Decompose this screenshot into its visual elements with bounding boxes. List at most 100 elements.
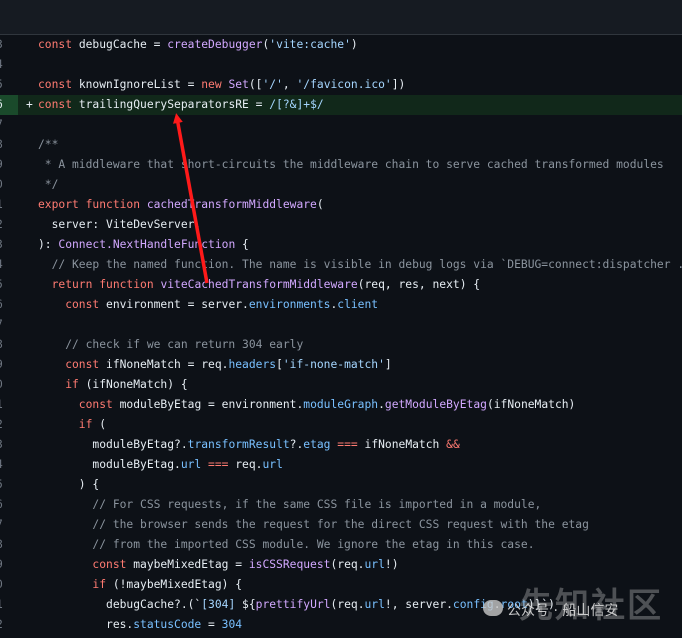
code-token: )}`) (527, 598, 555, 611)
code-token: ifNoneMatch = req. (106, 358, 229, 371)
code-line: 7 (0, 115, 682, 135)
code-token: * A middleware that short-circuits the m… (38, 158, 664, 171)
code-token: */ (38, 178, 59, 191)
line-number: 7 (0, 515, 8, 535)
code-line: 9 const ifNoneMatch = req.headers['if-no… (0, 355, 682, 375)
code-text: ) { (38, 475, 99, 495)
code-line: 5 return function viteCachedTransformMid… (0, 275, 682, 295)
line-number: 5 (0, 75, 8, 95)
code-token: Connect.NextHandleFunction (58, 238, 236, 251)
code-token: ) { (38, 478, 100, 491)
code-text: * A middleware that short-circuits the m… (38, 155, 664, 175)
code-token: = (146, 38, 168, 51)
code-token: server: (38, 218, 107, 231)
code-token: const (38, 98, 79, 111)
code-line: 0 if (ifNoneMatch) { (0, 375, 682, 395)
code-line: 2 res.statusCode = 304 (0, 615, 682, 635)
code-token: (!maybeMixedEtag) { (112, 578, 243, 591)
code-token: export (38, 198, 86, 211)
code-text: // from the imported CSS module. We igno… (38, 535, 535, 555)
line-number: 9 (0, 355, 8, 375)
code-token: client (337, 298, 379, 311)
code-token: function (99, 278, 161, 291)
line-number: 3 (0, 235, 8, 255)
code-token: url (180, 458, 202, 471)
code-token: createDebugger (167, 38, 263, 51)
code-line: 4 moduleByEtag.url === req.url (0, 455, 682, 475)
code-token: statusCode (133, 618, 202, 631)
code-token: debugCache?.(` (38, 598, 202, 611)
code-token: debugCache (78, 38, 147, 51)
code-text: if (!maybeMixedEtag) { (38, 575, 242, 595)
code-text: const trailingQuerySeparatorsRE = /[?&]+… (38, 95, 324, 115)
code-token: if (38, 418, 100, 431)
code-token: { (235, 238, 249, 251)
code-token: && (446, 438, 460, 451)
code-token: // check if we can return 304 early (38, 338, 304, 351)
line-number: 3 (0, 35, 8, 55)
code-token: if (38, 378, 86, 391)
code-token: 'if-none-match' (282, 358, 385, 371)
code-text: moduleByEtag?.transformResult?.etag === … (38, 435, 460, 455)
line-number: 9 (0, 155, 8, 175)
code-text: server: ViteDevServer, (38, 215, 202, 235)
code-token: const (38, 78, 79, 91)
code-token: const (38, 298, 107, 311)
code-text: // Keep the named function. The name is … (38, 255, 682, 275)
line-number: 0 (0, 575, 8, 595)
code-token: const (38, 558, 134, 571)
code-token: environment = server. (106, 298, 249, 311)
code-token: (req. (330, 598, 365, 611)
code-token: === (330, 438, 365, 451)
line-number: 1 (0, 395, 8, 415)
code-token: getModuleByEtag (384, 398, 487, 411)
code-line: 7 // the browser sends the request for t… (0, 515, 682, 535)
code-token: (req. (330, 558, 365, 571)
code-text: // the browser sends the request for the… (38, 515, 589, 535)
line-number: 3 (0, 435, 8, 455)
line-number: 6 (0, 295, 8, 315)
line-number: 8 (0, 335, 8, 355)
code-token: const (38, 398, 120, 411)
code-token: /** (38, 138, 59, 151)
code-line: 0 if (!maybeMixedEtag) { (0, 575, 682, 595)
code-token: !) (384, 558, 399, 571)
code-line: 9 const maybeMixedEtag = isCSSRequest(re… (0, 555, 682, 575)
code-token: req. (235, 458, 263, 471)
code-text: */ (38, 175, 59, 195)
line-number: 6 (0, 95, 18, 115)
line-number: 0 (0, 375, 8, 395)
code-text: moduleByEtag.url === req.url (38, 455, 283, 475)
code-token: /[?&]+$/ (269, 98, 324, 111)
code-token: , (282, 78, 297, 91)
code-token: moduleByEtag. (38, 458, 181, 471)
code-token: isCSSRequest (248, 558, 331, 571)
code-token: url (364, 598, 385, 611)
code-line: 5 const knownIgnoreList = new Set(['/', '… (0, 75, 682, 95)
code-token: transformResult (187, 438, 290, 451)
code-token: trailingQuerySeparatorsRE (78, 98, 249, 111)
code-line: 6 const environment = server.environment… (0, 295, 682, 315)
code-token: // from the imported CSS module. We igno… (38, 538, 535, 551)
code-token: . (493, 598, 501, 611)
code-line-added: 6 + const trailingQuerySeparatorsRE = /[?&… (0, 95, 682, 115)
code-token: root (500, 598, 528, 611)
line-number: 4 (0, 55, 8, 75)
code-text: const environment = server.environments.… (38, 295, 378, 315)
code-token: Set (228, 78, 249, 91)
line-number: 5 (0, 475, 8, 495)
code-token: url (262, 458, 283, 471)
code-text: ): Connect.NextHandleFunction { (38, 235, 249, 255)
code-line: 3): Connect.NextHandleFunction { (0, 235, 682, 255)
code-text: const ifNoneMatch = req.headers['if-none… (38, 355, 392, 375)
code-token: ( (99, 418, 107, 431)
code-token: ): (38, 238, 59, 251)
code-token: url (364, 558, 385, 571)
code-token: ) (350, 38, 358, 51)
line-number: 7 (0, 115, 8, 135)
code-token: const (38, 38, 79, 51)
code-view: 3const debugCache = createDebugger('vite… (0, 35, 682, 635)
line-number: 2 (0, 215, 8, 235)
code-text: if ( (38, 415, 106, 435)
code-line: 4 (0, 55, 682, 75)
